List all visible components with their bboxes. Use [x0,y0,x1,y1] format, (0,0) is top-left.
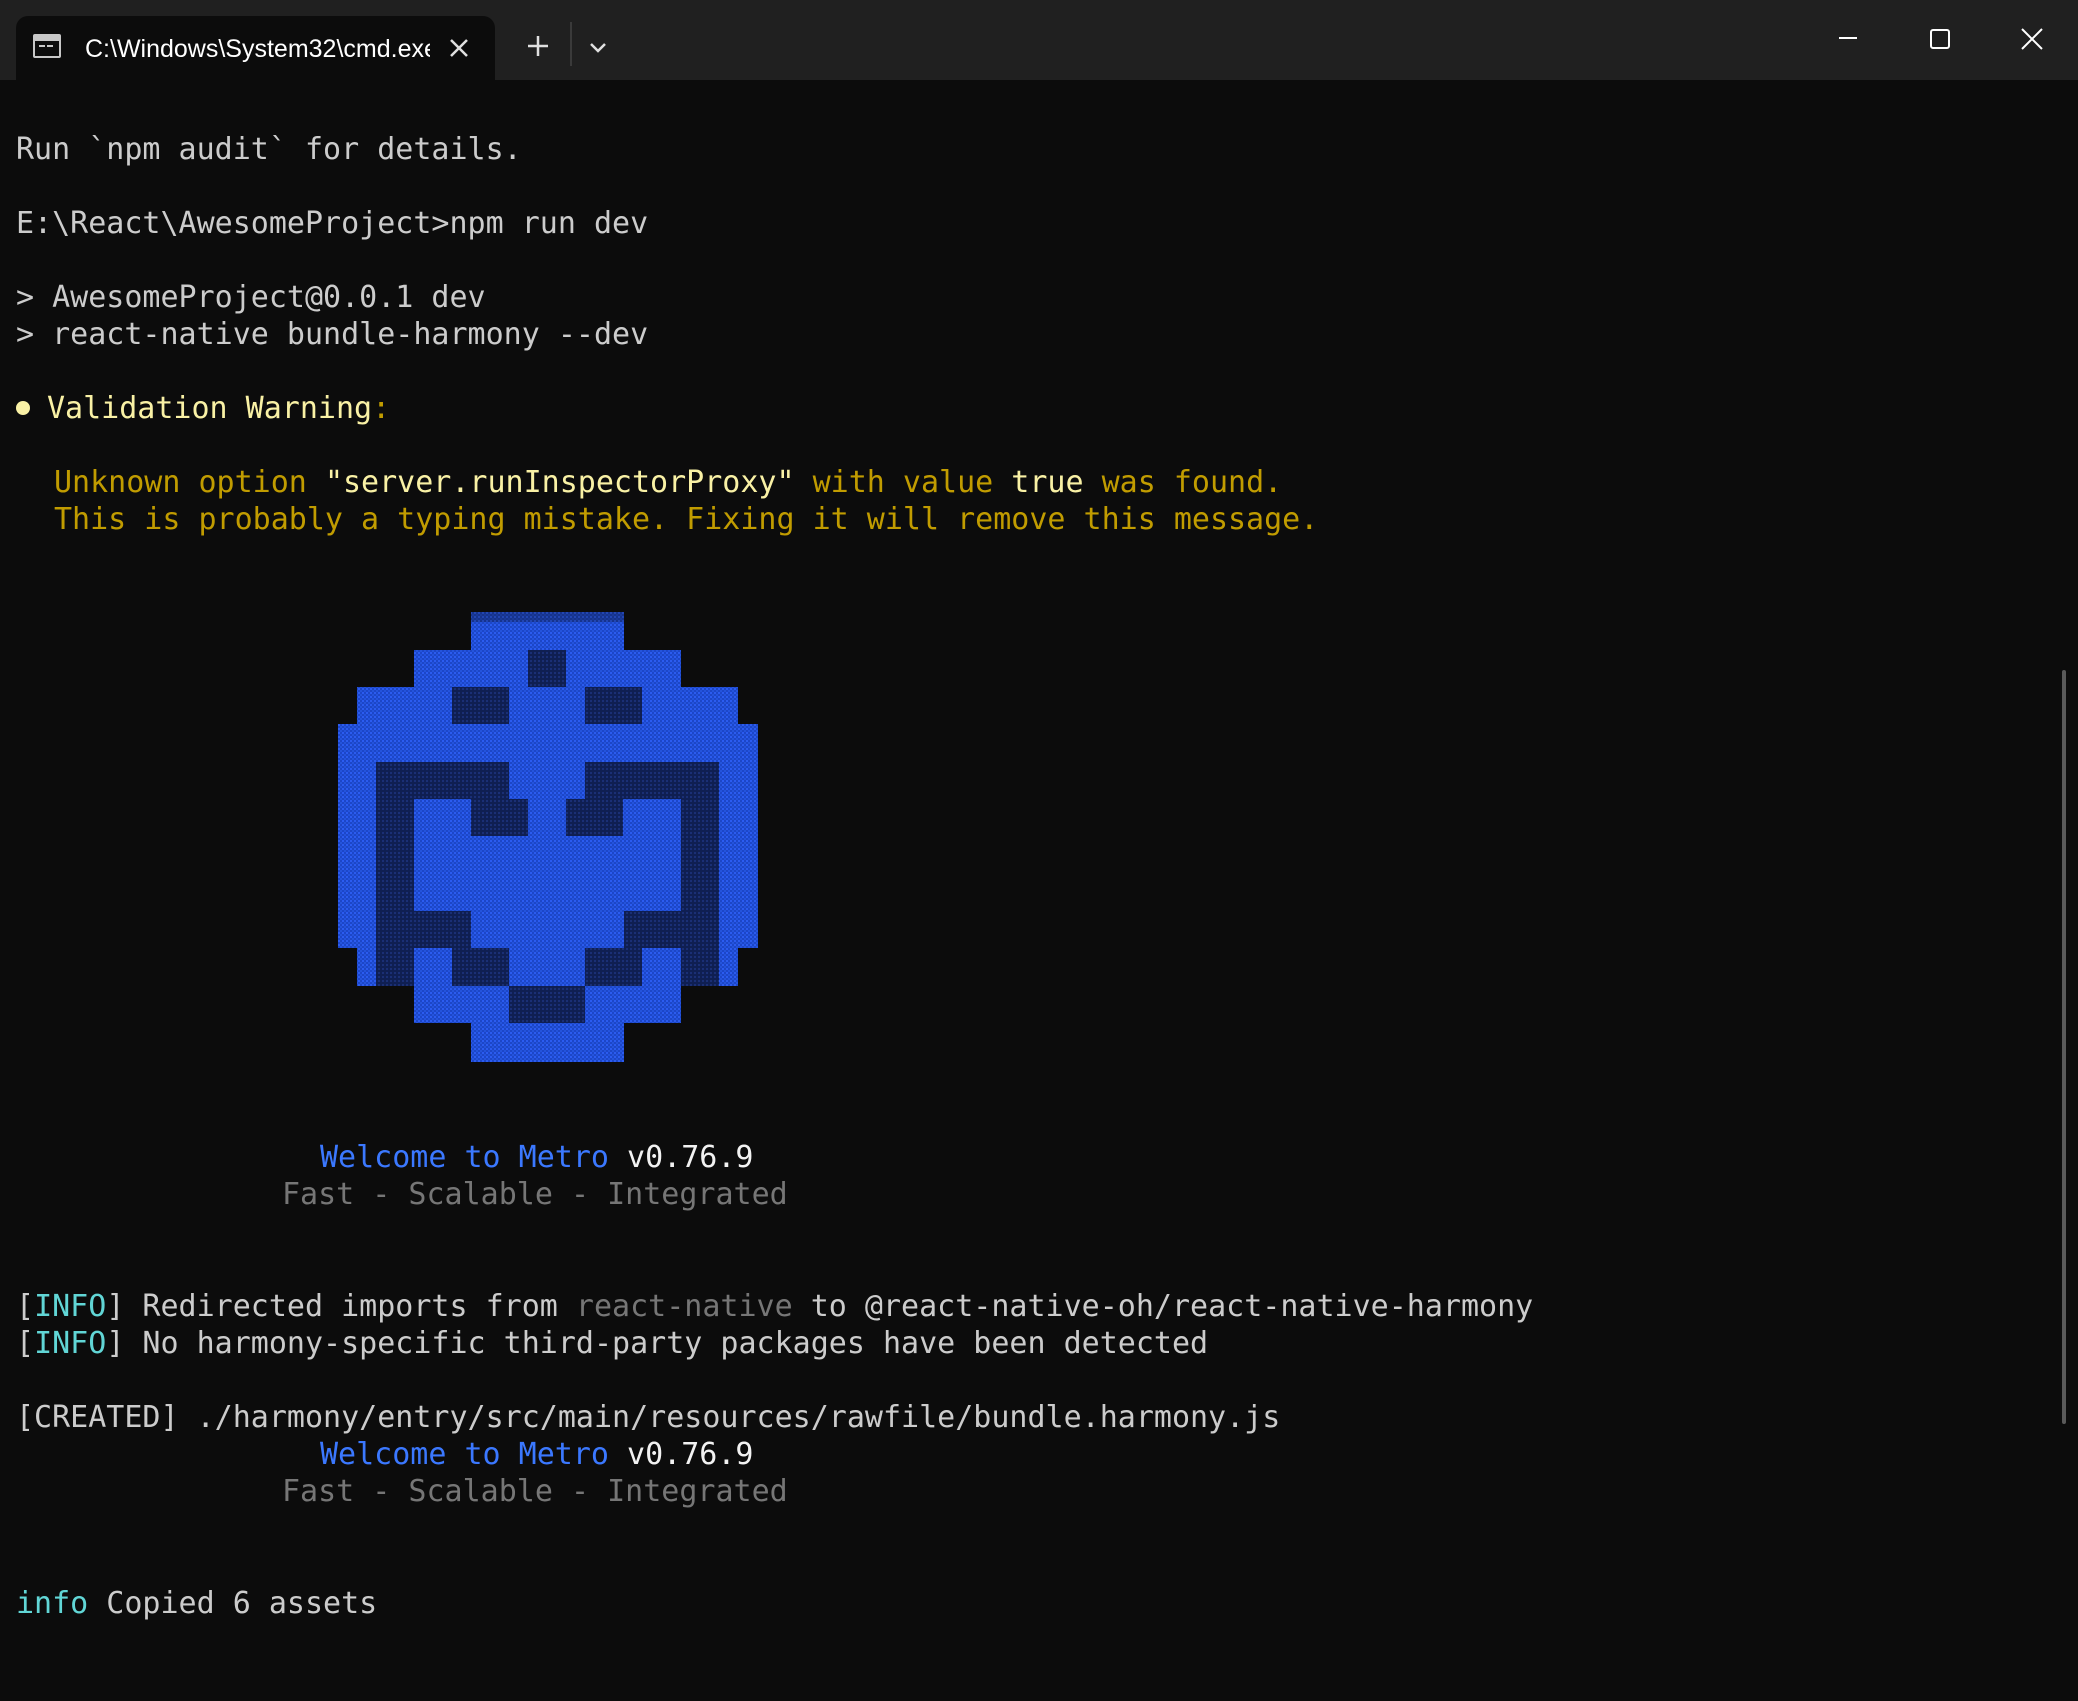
info-bracket: [ [16,1326,35,1361]
warning-text: Unknown option [54,465,325,500]
info-text: No harmony-specific third-party packages… [124,1326,1209,1361]
audit-line: Run `npm audit` for details. [16,132,522,167]
script-line-1: > AwesomeProject@0.0.1 dev [16,280,486,315]
info-package: react-native [575,1289,793,1324]
info-tag: INFO [34,1326,107,1361]
copied-text: Copied 6 assets [88,1586,378,1621]
info-text: to @react-native-oh/react-native-harmony [792,1289,1534,1324]
created-line: [CREATED] ./harmony/entry/src/main/resou… [16,1400,1281,1435]
maximize-button[interactable] [1894,0,1986,78]
info-bracket: ] [106,1289,125,1324]
copied-assets-line: info Copied 6 assets [16,1586,377,1622]
metro-tagline-2: Fast - Scalable - Integrated [282,1474,788,1509]
info-tag: INFO [34,1289,107,1324]
metro-version: v0.76.9 [608,1140,754,1175]
scrollbar-thumb[interactable] [2062,670,2066,1424]
close-icon [2021,28,2043,50]
info-line-2: [INFO] No harmony-specific third-party p… [16,1326,1208,1362]
info-tag: info [16,1586,89,1621]
warning-text: was found. [1083,465,1283,500]
tab-separator [570,22,572,66]
info-text: Redirected imports from [124,1289,576,1324]
warning-value: true [1011,465,1084,500]
metro-welcome: Welcome to Metro [320,1437,609,1472]
minimize-icon [1839,37,1857,39]
info-bracket: ] [106,1326,125,1361]
close-window-button[interactable] [1986,0,2078,78]
warning-option: "server.runInspectorProxy" [324,465,795,500]
metro-logo-icon [338,612,758,1062]
warning-text: with value [794,465,1012,500]
terminal-output[interactable]: Run `npm audit` for details. E:\React\Aw… [0,80,2078,1701]
warning-bullet-icon [16,400,30,415]
warning-colon: : [372,391,391,426]
tab-title: C:\Windows\System32\cmd.exe [85,35,430,63]
metro-tagline-1: Fast - Scalable - Integrated [282,1177,788,1212]
info-bracket: [ [16,1289,35,1324]
warning-line-2: This is probably a typing mistake. Fixin… [54,502,1319,537]
tab-cmd[interactable]: C:\Windows\System32\cmd.exe [16,16,495,80]
prompt-line: E:\React\AwesomeProject>npm run dev [16,206,649,241]
validation-warning-heading: Validation Warning: [16,391,390,427]
metro-welcome-line-1: Welcome to Metro v0.76.9 [320,1140,753,1176]
minimize-button[interactable] [1802,0,1894,78]
metro-welcome: Welcome to Metro [320,1140,609,1175]
script-line-2: > react-native bundle-harmony --dev [16,317,649,352]
tab-close-icon[interactable] [441,30,477,66]
chevron-down-icon[interactable] [578,28,618,68]
warning-title: Validation Warning [47,391,373,426]
maximize-icon [1930,29,1950,49]
new-tab-plus-icon[interactable] [518,26,558,66]
metro-welcome-line-2: Welcome to Metro v0.76.9 [320,1437,753,1473]
title-bar: C:\Windows\System32\cmd.exe [0,0,2078,80]
terminal-app-icon [33,34,61,58]
warning-line-1: Unknown option "server.runInspectorProxy… [54,465,1282,501]
info-line-1: [INFO] Redirected imports from react-nat… [16,1289,1533,1325]
metro-version: v0.76.9 [608,1437,754,1472]
